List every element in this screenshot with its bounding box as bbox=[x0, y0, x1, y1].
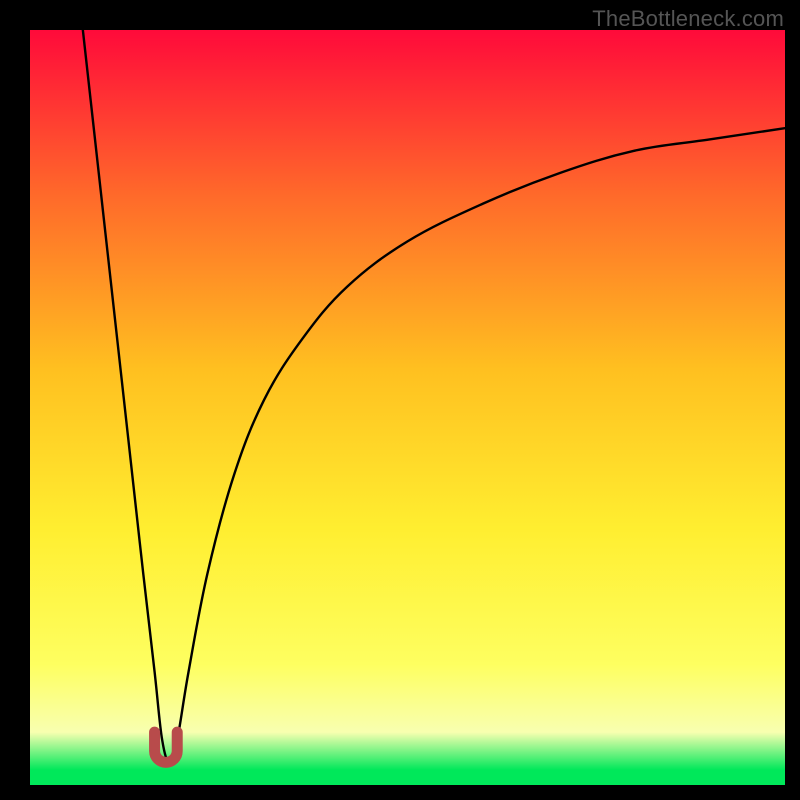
watermark-text: TheBottleneck.com bbox=[592, 6, 784, 32]
bottleneck-chart bbox=[30, 30, 785, 785]
plot-area bbox=[30, 30, 785, 785]
outer-frame: TheBottleneck.com bbox=[0, 0, 800, 800]
